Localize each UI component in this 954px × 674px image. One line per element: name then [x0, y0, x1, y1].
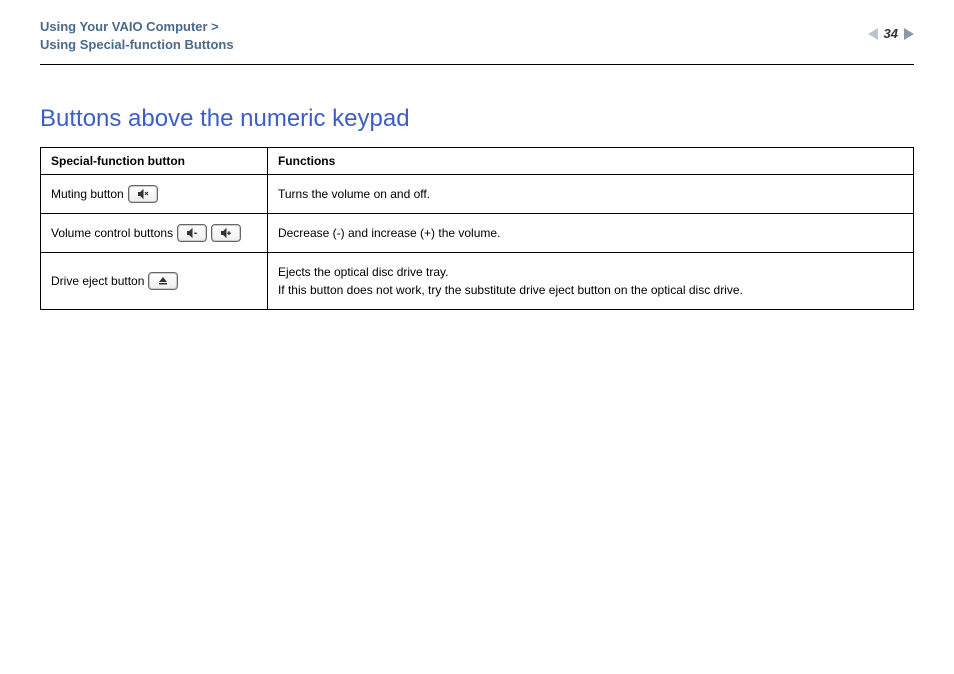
table-row: Drive eject button Ejects the optical di…	[41, 253, 914, 310]
table-header-row: Special-function button Functions	[41, 148, 914, 175]
function-cell: Ejects the optical disc drive tray. If t…	[267, 253, 913, 310]
functions-table: Special-function button Functions Muting…	[40, 147, 914, 310]
page-content: Buttons above the numeric keypad Special…	[0, 65, 954, 310]
function-text: Decrease (-) and increase (+) the volume…	[278, 224, 903, 242]
button-label: Muting button	[51, 187, 124, 201]
page-number: 34	[884, 26, 898, 41]
button-label: Volume control buttons	[51, 226, 173, 240]
header-special-function-button: Special-function button	[41, 148, 268, 175]
function-text: If this button does not work, try the su…	[278, 281, 903, 299]
mute-icon	[128, 185, 158, 203]
section-title: Buttons above the numeric keypad	[40, 105, 914, 133]
button-cell-muting: Muting button	[41, 175, 268, 214]
svg-text:+: +	[228, 231, 231, 237]
eject-icon	[148, 272, 178, 290]
nav-next-icon[interactable]	[904, 28, 914, 40]
button-cell-volume: Volume control buttons - +	[41, 214, 268, 253]
table-row: Muting button Turns the volume on and of…	[41, 175, 914, 214]
breadcrumb-line-2: Using Special-function Buttons	[40, 36, 234, 54]
button-label: Drive eject button	[51, 274, 144, 288]
nav-prev-icon[interactable]	[868, 28, 878, 40]
function-text: Turns the volume on and off.	[278, 185, 903, 203]
header-functions: Functions	[267, 148, 913, 175]
table-row: Volume control buttons - +	[41, 214, 914, 253]
page-navigation: 34	[868, 26, 914, 41]
page-header: Using Your VAIO Computer > Using Special…	[0, 0, 954, 64]
volume-down-icon: -	[177, 224, 207, 242]
button-cell-eject: Drive eject button	[41, 253, 268, 310]
function-cell: Decrease (-) and increase (+) the volume…	[267, 214, 913, 253]
svg-text:-: -	[195, 231, 197, 237]
volume-up-icon: +	[211, 224, 241, 242]
function-cell: Turns the volume on and off.	[267, 175, 913, 214]
breadcrumb-line-1: Using Your VAIO Computer >	[40, 18, 234, 36]
function-text: Ejects the optical disc drive tray.	[278, 263, 903, 281]
breadcrumb: Using Your VAIO Computer > Using Special…	[40, 18, 234, 54]
